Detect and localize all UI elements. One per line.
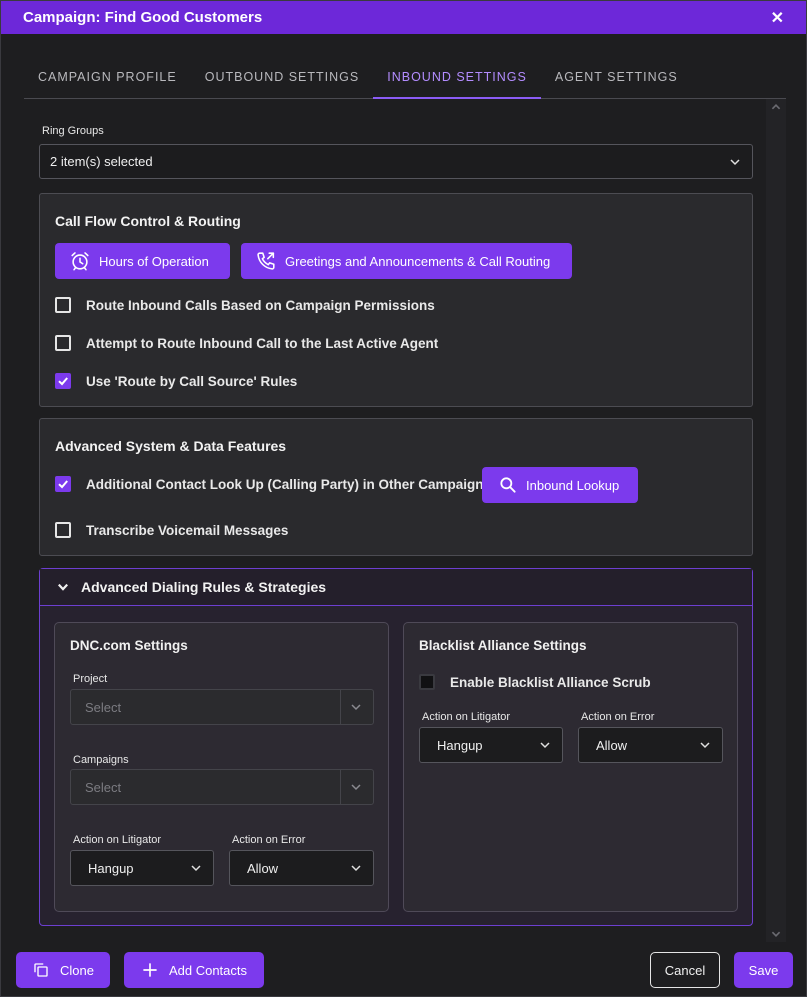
contact-lookup-row: Additional Contact Look Up (Calling Part… — [55, 476, 491, 492]
hours-button-label: Hours of Operation — [99, 253, 209, 269]
campaigns-label: Campaigns — [73, 754, 129, 766]
contact-lookup-checkbox[interactable] — [55, 476, 71, 492]
ring-groups-label: Ring Groups — [42, 125, 104, 137]
phone-forward-icon — [257, 252, 275, 270]
scroll-down-icon[interactable] — [770, 928, 782, 940]
dnc-error-label: Action on Error — [232, 834, 306, 846]
ring-groups-select[interactable]: 2 item(s) selected — [39, 144, 753, 179]
tab-agent-settings[interactable]: AGENT SETTINGS — [541, 61, 692, 99]
cancel-button[interactable]: Cancel — [650, 952, 720, 988]
clone-button[interactable]: Clone — [16, 952, 110, 988]
contact-lookup-label: Additional Contact Look Up (Calling Part… — [86, 476, 492, 492]
chevron-down-icon — [191, 865, 201, 872]
close-icon[interactable]: ✕ — [771, 8, 784, 28]
campaigns-select[interactable]: Select — [70, 769, 374, 805]
chevron-down-icon — [351, 865, 361, 872]
enable-blacklist-checkbox[interactable] — [419, 674, 435, 690]
project-placeholder: Select — [85, 699, 122, 715]
dnc-error-value: Allow — [247, 860, 279, 876]
route-last-agent-row: Attempt to Route Inbound Call to the Las… — [55, 335, 438, 351]
call-flow-title: Call Flow Control & Routing — [55, 213, 241, 229]
dnc-litigator-label: Action on Litigator — [73, 834, 162, 846]
search-icon — [500, 477, 516, 493]
project-label: Project — [73, 673, 108, 685]
project-select[interactable]: Select — [70, 689, 374, 725]
greetings-button-label: Greetings and Announcements & Call Routi… — [285, 253, 551, 269]
route-by-permissions-row: Route Inbound Calls Based on Campaign Pe… — [55, 297, 435, 313]
chevron-down-icon — [730, 158, 740, 165]
blacklist-settings-card: Blacklist Alliance Settings Enable Black… — [403, 622, 738, 912]
enable-blacklist-label: Enable Blacklist Alliance Scrub — [450, 674, 651, 690]
save-label: Save — [748, 962, 779, 978]
save-button[interactable]: Save — [734, 952, 793, 988]
tab-outbound-settings[interactable]: OUTBOUND SETTINGS — [191, 61, 374, 99]
add-contacts-label: Add Contacts — [168, 962, 248, 978]
blacklist-error-label: Action on Error — [581, 711, 655, 723]
transcribe-voicemail-checkbox[interactable] — [55, 522, 71, 538]
blacklist-error-select[interactable]: Allow — [578, 727, 723, 763]
dialog-title: Campaign: Find Good Customers — [23, 9, 263, 26]
route-by-permissions-checkbox[interactable] — [55, 297, 71, 313]
blacklist-error-value: Allow — [596, 737, 628, 753]
tab-inbound-settings[interactable]: INBOUND SETTINGS — [373, 61, 541, 99]
campaign-dialog: Campaign: Find Good Customers ✕ CAMPAIGN… — [0, 0, 807, 997]
dnc-error-select[interactable]: Allow — [229, 850, 374, 886]
route-last-agent-checkbox[interactable] — [55, 335, 71, 351]
cancel-label: Cancel — [664, 962, 706, 978]
blacklist-litigator-select[interactable]: Hangup — [419, 727, 563, 763]
project-select-indicator — [340, 690, 361, 724]
clone-label: Clone — [60, 962, 94, 978]
checkmark-icon — [58, 480, 68, 489]
vertical-scrollbar[interactable] — [766, 99, 786, 942]
enable-blacklist-row: Enable Blacklist Alliance Scrub — [419, 674, 651, 690]
advanced-dialing-title: Advanced Dialing Rules & Strategies — [81, 579, 327, 595]
transcribe-voicemail-row: Transcribe Voicemail Messages — [55, 522, 288, 538]
chevron-down-icon — [540, 742, 550, 749]
tab-bar: CAMPAIGN PROFILE OUTBOUND SETTINGS INBOU… — [24, 61, 786, 99]
dnc-settings-title: DNC.com Settings — [70, 638, 188, 653]
blacklist-litigator-label: Action on Litigator — [422, 711, 511, 723]
call-flow-card: Call Flow Control & Routing Hours of Ope… — [39, 193, 753, 407]
chevron-down-icon — [700, 742, 710, 749]
greetings-routing-button[interactable]: Greetings and Announcements & Call Routi… — [241, 243, 572, 279]
route-by-source-label: Use 'Route by Call Source' Rules — [86, 373, 298, 389]
campaigns-placeholder: Select — [85, 779, 122, 795]
checkmark-icon — [58, 377, 68, 386]
campaigns-select-indicator — [340, 770, 361, 804]
scroll-up-icon[interactable] — [770, 101, 782, 113]
dnc-litigator-select[interactable]: Hangup — [70, 850, 214, 886]
dnc-settings-card: DNC.com Settings Project Select Campaign… — [54, 622, 389, 912]
add-contacts-button[interactable]: Add Contacts — [124, 952, 264, 988]
hours-of-operation-button[interactable]: Hours of Operation — [55, 243, 230, 279]
route-by-permissions-label: Route Inbound Calls Based on Campaign Pe… — [86, 297, 435, 313]
dnc-litigator-value: Hangup — [88, 860, 134, 876]
plus-icon — [143, 963, 157, 977]
advanced-features-title: Advanced System & Data Features — [55, 438, 287, 454]
transcribe-voicemail-label: Transcribe Voicemail Messages — [86, 522, 289, 538]
chevron-down-icon — [351, 704, 361, 711]
chevron-down-icon — [58, 583, 68, 591]
inbound-settings-panel: Ring Groups 2 item(s) selected Call Flow… — [24, 99, 786, 942]
ring-groups-value: 2 item(s) selected — [50, 154, 153, 169]
inbound-lookup-label: Inbound Lookup — [526, 477, 620, 493]
alarm-clock-icon — [71, 252, 89, 271]
dialog-footer: Clone Add Contacts Cancel Save — [1, 946, 806, 996]
advanced-dialing-header[interactable]: Advanced Dialing Rules & Strategies — [40, 569, 752, 606]
route-last-agent-label: Attempt to Route Inbound Call to the Las… — [86, 335, 439, 351]
copy-icon — [34, 963, 48, 977]
advanced-dialing-panel: Advanced Dialing Rules & Strategies DNC.… — [39, 568, 753, 926]
chevron-down-icon — [351, 784, 361, 791]
tab-campaign-profile[interactable]: CAMPAIGN PROFILE — [24, 61, 191, 99]
inbound-lookup-button[interactable]: Inbound Lookup — [482, 467, 638, 503]
blacklist-settings-title: Blacklist Alliance Settings — [419, 638, 587, 653]
advanced-features-card: Advanced System & Data Features Addition… — [39, 418, 753, 556]
route-by-source-row: Use 'Route by Call Source' Rules — [55, 373, 297, 389]
title-bar: Campaign: Find Good Customers ✕ — [1, 1, 806, 34]
route-by-source-checkbox[interactable] — [55, 373, 71, 389]
blacklist-litigator-value: Hangup — [437, 737, 483, 753]
